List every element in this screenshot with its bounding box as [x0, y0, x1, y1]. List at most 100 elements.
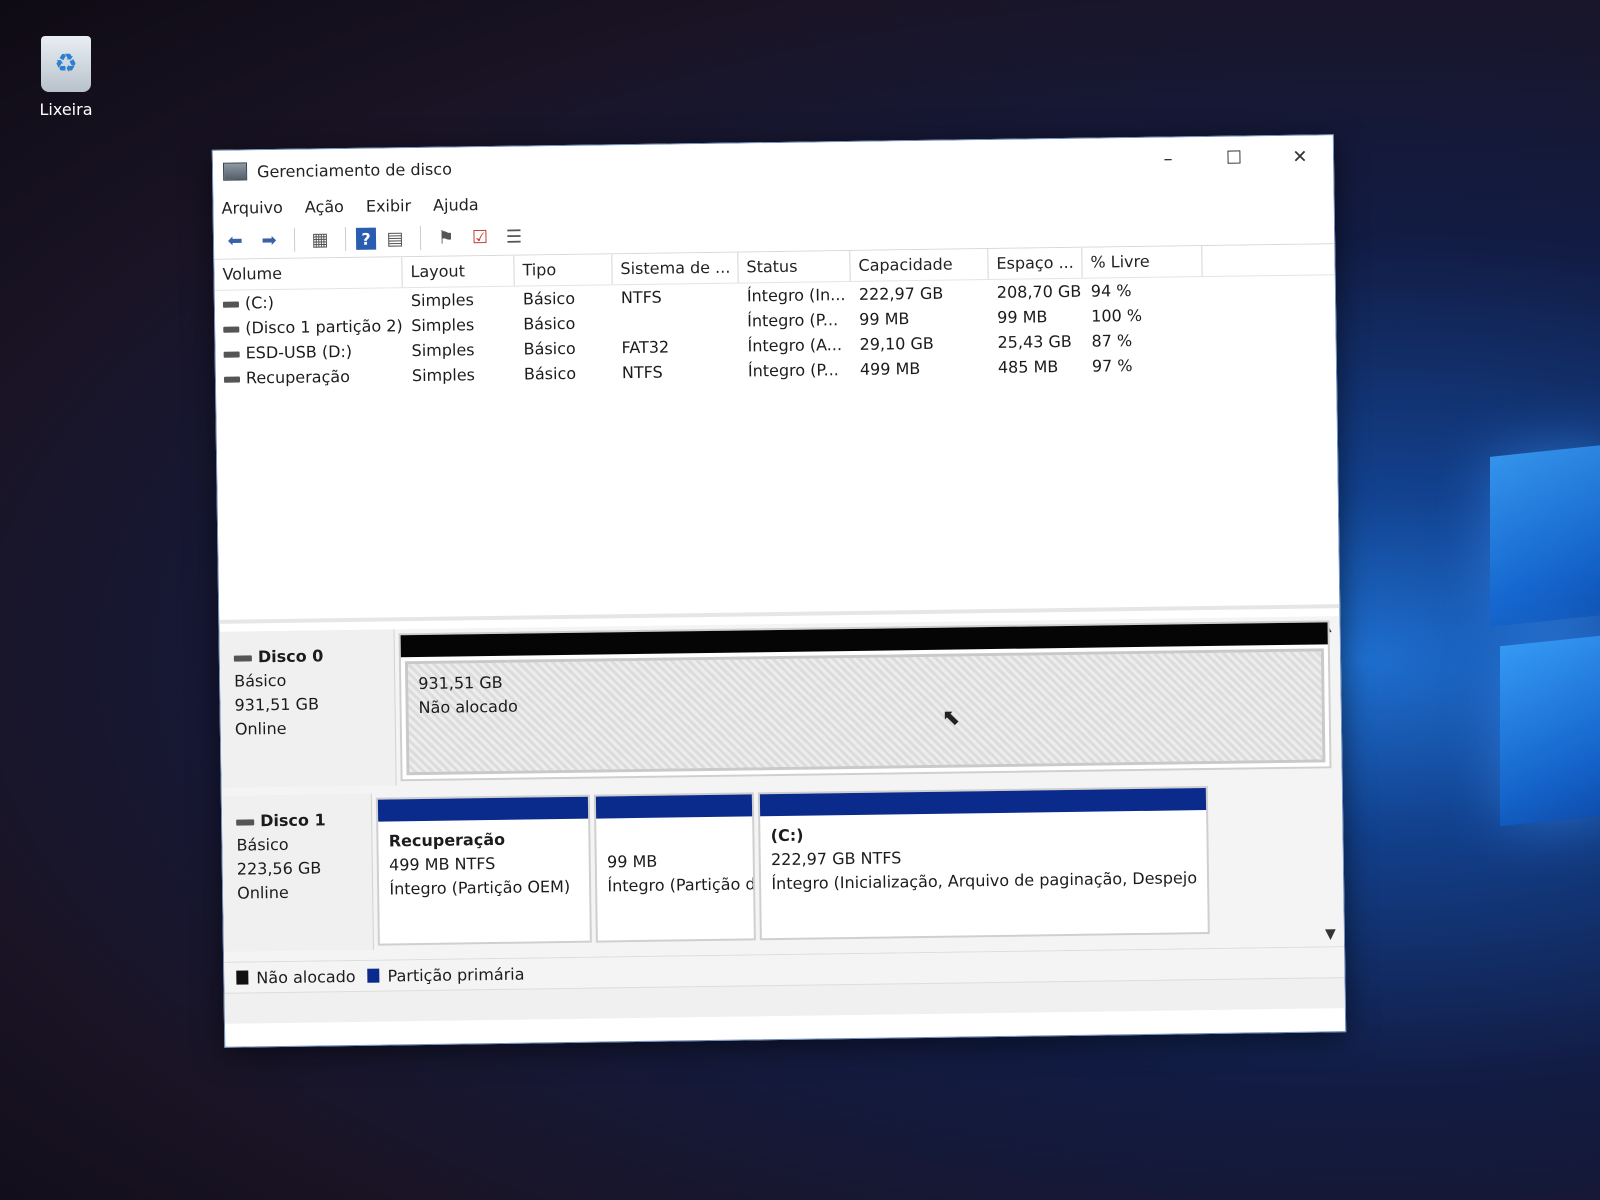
legend-label: Não alocado: [256, 966, 356, 987]
menu-ajuda[interactable]: Ajuda: [433, 195, 479, 215]
list-view-icon[interactable]: ☰: [499, 222, 529, 250]
free-space-cell: 485 MB: [997, 357, 1059, 377]
disk-icon: [233, 654, 252, 662]
type-cell: Básico: [522, 288, 576, 309]
volume-cell: (Disco 1 partição 2): [215, 316, 403, 338]
menu-arquivo[interactable]: Arquivo: [221, 197, 283, 217]
partition-body: Recuperação 499 MB NTFS Íntegro (Partiçã…: [378, 819, 590, 944]
desktop: ♻ Lixeira Gerenciamento de disco – ☐ ✕ A…: [0, 0, 1600, 1200]
disk-graphical-view: ▲ ▼ Disco 0 Básico 931,51 GB Online 931,…: [219, 616, 1345, 962]
forward-icon[interactable]: ➡: [254, 226, 284, 254]
free-space-cell: 25,43 GB: [997, 331, 1072, 352]
drive-icon: [223, 351, 240, 358]
console-tree-icon[interactable]: ▦: [305, 225, 335, 253]
disk-name: Disco 1: [236, 808, 372, 834]
status-cell: Íntegro (P...: [747, 360, 839, 381]
layout-cell: Simples: [411, 340, 475, 361]
menu-exibir[interactable]: Exibir: [366, 196, 411, 216]
capacity-cell: 29,10 GB: [859, 333, 934, 354]
partition-body: (C:) 222,97 GB NTFS Íntegro (Inicializaç…: [760, 810, 1207, 938]
partition-body: 931,51 GB Não alocado: [404, 648, 1326, 776]
recycle-bin[interactable]: ♻ Lixeira: [26, 36, 106, 119]
disk-type: Básico: [234, 670, 287, 691]
column-header-status[interactable]: Status: [738, 250, 851, 283]
volume-list: Volume Layout Tipo Sistema de ... Status…: [214, 244, 1340, 624]
partition-c[interactable]: (C:) 222,97 GB NTFS Íntegro (Inicializaç…: [758, 786, 1210, 941]
column-header-livre[interactable]: % Livre: [1082, 246, 1203, 278]
menu-acao[interactable]: Ação: [305, 197, 344, 217]
checklist-icon[interactable]: ☑: [465, 223, 495, 251]
disk-state: Online: [237, 882, 289, 903]
partition-size: 99 MB: [606, 851, 658, 872]
filesystem-cell: NTFS: [621, 362, 663, 383]
toolbar-separator: [344, 227, 347, 252]
volume-name: Recuperação: [245, 366, 351, 388]
legend-item-unallocated: Não alocado: [236, 966, 356, 987]
status-cell: Íntegro (A...: [747, 335, 843, 356]
disk-icon: [236, 818, 255, 826]
recycle-bin-icon: ♻: [41, 36, 91, 92]
volume-cell: (C:): [215, 291, 403, 313]
partition-recovery[interactable]: Recuperação 499 MB NTFS Íntegro (Partiçã…: [376, 794, 593, 946]
mouse-cursor-icon: ⬉: [941, 705, 961, 731]
close-button[interactable]: ✕: [1267, 135, 1334, 178]
scroll-down-icon[interactable]: ▼: [1325, 926, 1336, 942]
percent-free-cell: 97 %: [1091, 356, 1133, 376]
volume-name: (C:): [244, 293, 275, 313]
volume-cell: Recuperação: [216, 366, 404, 388]
partition-body: 99 MB Íntegro (Partição d: [596, 816, 754, 940]
filesystem-cell: [613, 321, 739, 323]
capacity-cell: 99 MB: [859, 309, 910, 329]
status-cell: Íntegro (P...: [747, 310, 839, 331]
filesystem-cell: NTFS: [620, 287, 662, 308]
volume-name: ESD-USB (D:): [245, 341, 353, 363]
windows-logo-pane-bottom: [1500, 633, 1600, 827]
volume-name: (Disco 1 partição 2): [245, 316, 403, 338]
status-cell: Íntegro (In...: [746, 285, 846, 306]
minimize-button[interactable]: –: [1135, 137, 1202, 180]
capacity-cell: 499 MB: [859, 359, 921, 379]
column-header-capacidade[interactable]: Capacidade: [850, 249, 989, 281]
properties-icon[interactable]: ▤: [380, 224, 410, 252]
volume-cell: ESD-USB (D:): [215, 341, 403, 363]
legend-label: Partição primária: [387, 964, 525, 986]
layout-cell: Simples: [411, 315, 475, 336]
window-title: Gerenciamento de disco: [256, 159, 453, 181]
column-header-sistema[interactable]: Sistema de ...: [612, 252, 739, 285]
percent-free-cell: 87 %: [1091, 331, 1133, 351]
toolbar-separator: [419, 225, 422, 250]
disk-management-window: Gerenciamento de disco – ☐ ✕ Arquivo Açã…: [211, 134, 1347, 1048]
disk-management-icon: [222, 162, 248, 181]
partition-size: 499 MB NTFS: [388, 853, 496, 875]
disk-type: Básico: [236, 834, 289, 855]
filesystem-cell: FAT32: [621, 337, 670, 358]
disk-row: Disco 0 Básico 931,51 GB Online 931,51 G…: [219, 616, 1342, 788]
layout-cell: Simples: [411, 365, 476, 386]
partition-unallocated[interactable]: 931,51 GB Não alocado ⬉: [398, 620, 1332, 782]
column-header-tipo[interactable]: Tipo: [514, 254, 613, 286]
column-header-layout[interactable]: Layout: [402, 255, 515, 288]
partition-status: Íntegro (Partição d: [607, 874, 755, 896]
partition-status: Íntegro (Inicialização, Arquivo de pagin…: [771, 868, 1198, 894]
disk-row: Disco 1 Básico 223,56 GB Online Recupera…: [221, 780, 1344, 952]
drive-icon: [222, 301, 239, 308]
partition-bar: [596, 794, 753, 819]
disk-info[interactable]: Disco 0 Básico 931,51 GB Online: [219, 629, 397, 788]
connect-icon[interactable]: ⚑: [431, 223, 461, 251]
back-icon[interactable]: ⬅: [220, 226, 250, 254]
disk-name-label: Disco 1: [260, 810, 326, 831]
disk-partitions: 931,51 GB Não alocado ⬉: [394, 616, 1341, 785]
percent-free-cell: 100 %: [1091, 305, 1143, 326]
layout-cell: Simples: [410, 290, 475, 311]
help-icon[interactable]: ?: [355, 227, 377, 250]
percent-free-cell: 94 %: [1090, 281, 1132, 301]
maximize-button[interactable]: ☐: [1201, 136, 1268, 179]
windows-logo-pane-top: [1490, 443, 1600, 627]
column-header-espaco[interactable]: Espaço ...: [988, 247, 1083, 280]
disk-info[interactable]: Disco 1 Básico 223,56 GB Online: [221, 793, 375, 952]
type-cell: Básico: [523, 313, 576, 334]
column-header-volume[interactable]: Volume: [214, 257, 403, 290]
legend-item-primary: Partição primária: [367, 964, 525, 986]
recycle-bin-label: Lixeira: [39, 100, 93, 119]
partition-efi[interactable]: 99 MB Íntegro (Partição d: [594, 792, 757, 943]
